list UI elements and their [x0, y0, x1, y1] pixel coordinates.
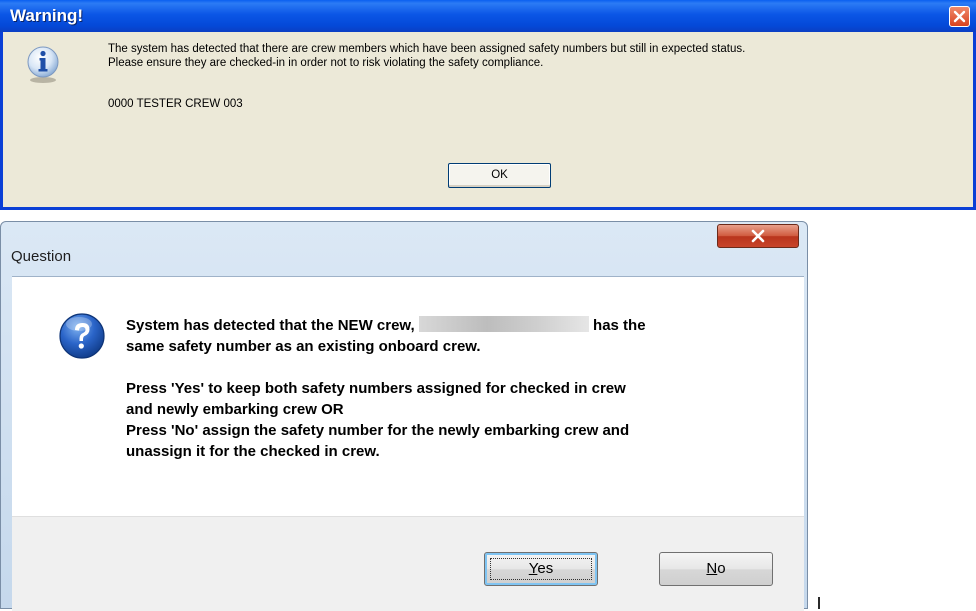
warning-message-line2: Please ensure they are checked-in in ord… [108, 57, 544, 69]
question-title: Question [11, 248, 72, 265]
warning-message: The system has detected that there are c… [108, 42, 968, 70]
question-message-line-no1: Press 'No' assign the safety number for … [126, 422, 630, 439]
question-message-part2: Press 'Yes' to keep both safety numbers … [126, 378, 746, 462]
question-message-part1: System has detected that the NEW crew, h… [126, 315, 746, 357]
question-message-line-yes1: Press 'Yes' to keep both safety numbers … [126, 380, 626, 397]
no-button[interactable]: No [659, 552, 773, 586]
question-message-part1-after: has the [593, 317, 646, 334]
no-mnemonic: N [706, 560, 718, 577]
close-icon [751, 229, 765, 243]
warning-dialog: Warning! The system has detected that th… [0, 0, 976, 210]
no-label-rest: o [717, 560, 726, 577]
question-message-line-yes2: and newly embarking crew OR [126, 401, 344, 418]
ok-button[interactable]: OK [448, 163, 551, 188]
question-message-part1-line2: same safety number as an existing onboar… [126, 338, 481, 355]
divider [818, 597, 820, 609]
question-close-button[interactable] [717, 224, 799, 248]
redacted-crew-name [418, 316, 589, 332]
warning-message-line1: The system has detected that there are c… [108, 43, 746, 55]
warning-crew-entry: 0000 TESTER CREW 003 [108, 98, 243, 110]
focus-ring [490, 558, 592, 580]
warning-title: Warning! [10, 6, 84, 25]
yes-button[interactable]: Yes [484, 552, 598, 586]
close-icon [953, 10, 966, 23]
question-icon [59, 313, 105, 359]
warning-titlebar[interactable]: Warning! [0, 0, 976, 32]
info-icon [27, 46, 59, 83]
question-message-line-no2: unassign it for the checked in crew. [126, 443, 380, 460]
warning-close-button[interactable] [949, 6, 970, 27]
question-message: System has detected that the NEW crew, h… [126, 315, 746, 483]
question-message-part1-before: System has detected that the NEW crew, [126, 317, 415, 334]
